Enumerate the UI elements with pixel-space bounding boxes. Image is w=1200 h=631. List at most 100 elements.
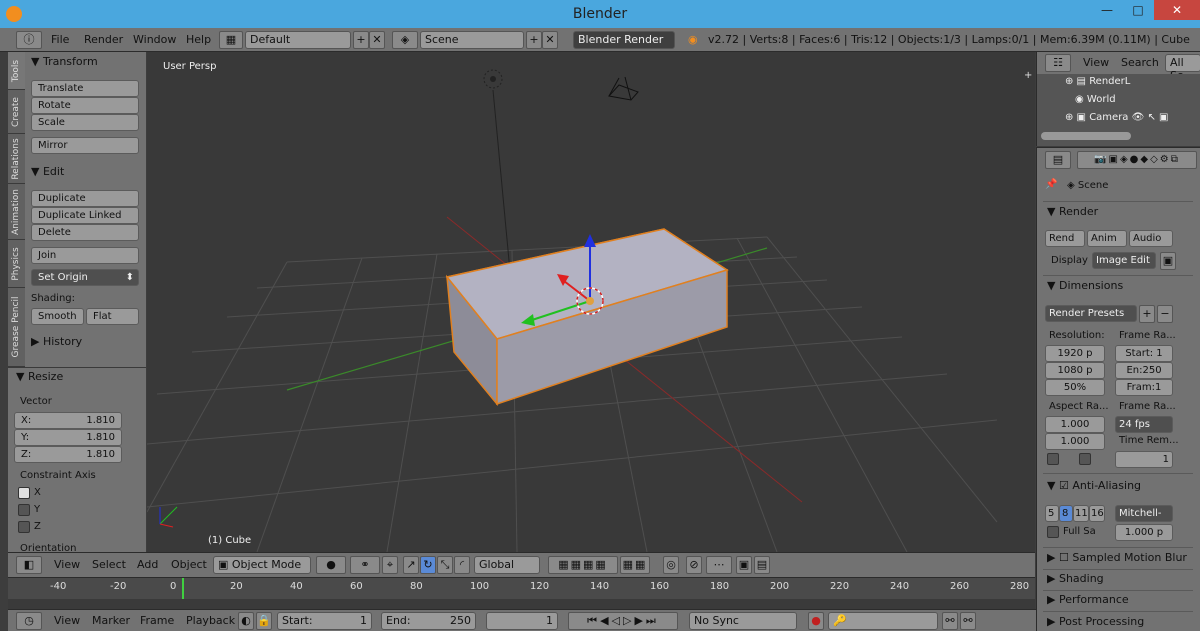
close-button[interactable]: ✕ — [1154, 0, 1200, 20]
mode-select[interactable]: ▣ Object Mode — [213, 556, 311, 574]
duplicate-linked-button[interactable]: Duplicate Linked — [31, 207, 139, 224]
editor-type-icon[interactable]: ◧ — [16, 556, 42, 574]
flat-button[interactable]: Flat — [86, 308, 139, 325]
outliner-menu-view[interactable]: View — [1083, 56, 1109, 69]
menu-select[interactable]: Select — [92, 558, 126, 571]
opengl-render-icon[interactable]: ▤ — [754, 556, 770, 574]
motion-blur-panel-header[interactable]: ▶ ☐ Sampled Motion Blur — [1047, 551, 1187, 564]
scene-field[interactable]: Scene — [420, 31, 524, 49]
menu-marker[interactable]: Marker — [92, 614, 130, 627]
sync-select[interactable]: No Sync — [689, 612, 797, 630]
cube-object[interactable] — [445, 228, 729, 407]
scale-button[interactable]: Scale — [31, 114, 139, 131]
camera-icon[interactable] — [608, 76, 639, 101]
menu-help[interactable]: Help — [186, 33, 211, 46]
add-screen-icon[interactable]: + — [353, 31, 369, 49]
crop-checkbox[interactable] — [1079, 453, 1091, 465]
vector-x-field[interactable]: X: 1.810 — [14, 412, 122, 429]
audio-button[interactable]: Audio — [1129, 230, 1173, 247]
tab-tools[interactable]: Tools — [8, 52, 25, 90]
manipulator-toggle-icon[interactable]: ⌖ — [382, 556, 398, 574]
tab-create[interactable]: Create — [8, 90, 25, 134]
edit-panel-header[interactable]: ▼ Edit — [31, 165, 64, 178]
aspect-x-field[interactable]: 1.000 — [1045, 416, 1105, 433]
duplicate-button[interactable]: Duplicate — [31, 190, 139, 207]
start-frame-field[interactable]: Start: 1 — [277, 612, 372, 630]
lamp-icon[interactable] — [483, 69, 503, 89]
display-select[interactable]: Image Edit — [1092, 252, 1156, 269]
maximize-button[interactable]: □ — [1123, 0, 1153, 20]
outliner-type-icon[interactable]: ☷ — [1045, 54, 1071, 72]
outliner-item[interactable]: ⊕ ▤ RenderL — [1065, 76, 1130, 87]
editor-type-icon[interactable]: ⓘ — [16, 31, 42, 49]
resize-panel-header[interactable]: ▼ Resize — [16, 370, 63, 383]
end-frame-field[interactable]: End: 250 — [381, 612, 476, 630]
set-origin-select[interactable]: Set Origin ⬍ — [31, 269, 139, 286]
snap-icon[interactable]: ⊘ — [686, 556, 702, 574]
proportional-edit-icon[interactable]: ◎ — [663, 556, 679, 574]
editor-type-icon[interactable]: ◷ — [16, 612, 42, 630]
resolution-x-field[interactable]: 1920 p — [1045, 345, 1105, 362]
3d-viewport[interactable]: User Persp (1) Cube + — [147, 52, 1035, 552]
frame-start-field[interactable]: Start: 1 — [1115, 345, 1173, 362]
outliner-item[interactable]: ⊕ ▣ Camera 👁 ↖ ▣ — [1065, 112, 1169, 123]
resolution-percent-field[interactable]: 50% — [1045, 379, 1105, 396]
render-panel-header[interactable]: ▼ Render — [1047, 205, 1098, 218]
filter-size-field[interactable]: 1.000 p — [1115, 524, 1173, 541]
menu-file[interactable]: File — [51, 33, 69, 46]
orientation-select[interactable]: Global — [474, 556, 540, 574]
playback-controls[interactable]: ⏮◀◁▷▶⏭ — [568, 612, 678, 630]
remove-preset-icon[interactable]: − — [1157, 305, 1173, 323]
layer-buttons[interactable]: ▦▦▦▦ — [548, 556, 618, 574]
pivot-point-icon[interactable]: ⚭ — [350, 556, 380, 574]
tab-relations[interactable]: Relations — [8, 134, 25, 184]
shading-mode-icon[interactable]: ● — [316, 556, 346, 574]
layer-buttons-2[interactable]: ▦▦ — [620, 556, 650, 574]
outliner-scope-select[interactable]: All Sc — [1165, 54, 1200, 82]
aa-samples-8[interactable]: 8 — [1059, 505, 1073, 522]
keying-set-field[interactable]: 🔑 — [828, 612, 938, 630]
aa-samples-16[interactable]: 16 — [1089, 505, 1105, 522]
render-presets-select[interactable]: Render Presets — [1045, 305, 1137, 322]
timeline[interactable]: -40 -20 0 20 40 60 80 100 120 140 160 180 200 220 240 2… — [8, 577, 1035, 610]
aa-samples-5[interactable]: 5 — [1045, 505, 1059, 522]
constraint-y-checkbox[interactable] — [18, 504, 30, 516]
tab-physics[interactable]: Physics — [8, 240, 25, 288]
translate-button[interactable]: Translate — [31, 80, 139, 97]
menu-add[interactable]: Add — [137, 558, 158, 571]
menu-frame[interactable]: Frame — [140, 614, 174, 627]
display-lock-icon[interactable]: ▣ — [1160, 252, 1176, 270]
menu-view[interactable]: View — [54, 614, 80, 627]
border-checkbox[interactable] — [1047, 453, 1059, 465]
menu-render[interactable]: Render — [84, 33, 123, 46]
menu-view[interactable]: View — [54, 558, 80, 571]
render-preview-icon[interactable]: ▣ — [736, 556, 752, 574]
viewport-plus-icon[interactable]: + — [1024, 70, 1032, 81]
properties-context-tabs[interactable]: 📷▣◈●◆◇⚙⧉ — [1077, 151, 1197, 169]
aspect-y-field[interactable]: 1.000 — [1045, 433, 1105, 450]
render-engine-select[interactable]: Blender Render — [573, 31, 675, 49]
scale-manip-icon[interactable]: ⤡ — [437, 556, 453, 574]
outliner-item[interactable]: ◉ World — [1075, 94, 1116, 105]
anti-aliasing-panel-header[interactable]: ▼ ☑ Anti-Aliasing — [1047, 479, 1141, 492]
menu-window[interactable]: Window — [133, 33, 176, 46]
screen-layout-field[interactable]: Default — [245, 31, 351, 49]
fps-select[interactable]: 24 fps — [1115, 416, 1173, 433]
playback-range-icon[interactable]: ◐ — [238, 612, 254, 630]
outliner-scrollbar[interactable] — [1041, 132, 1131, 140]
lock-icon[interactable]: 🔒 — [256, 612, 272, 630]
shading-panel-header[interactable]: ▶ Shading — [1047, 572, 1104, 585]
rotate-manip-icon[interactable]: ↻ — [420, 556, 436, 574]
snap-element-icon[interactable]: ⋯ — [706, 556, 732, 574]
properties-type-icon[interactable]: ▤ — [1045, 151, 1071, 169]
resolution-y-field[interactable]: 1080 p — [1045, 362, 1105, 379]
add-scene-icon[interactable]: + — [526, 31, 542, 49]
minimize-button[interactable]: — — [1092, 0, 1122, 20]
time-remap-field[interactable]: 1 — [1115, 451, 1173, 468]
record-icon[interactable]: ● — [808, 612, 824, 630]
delete-button[interactable]: Delete — [31, 224, 139, 241]
menu-playback[interactable]: Playback — [186, 614, 235, 627]
add-preset-icon[interactable]: + — [1139, 305, 1155, 323]
animation-button[interactable]: Anim — [1087, 230, 1127, 247]
aa-filter-select[interactable]: Mitchell- — [1115, 505, 1173, 522]
